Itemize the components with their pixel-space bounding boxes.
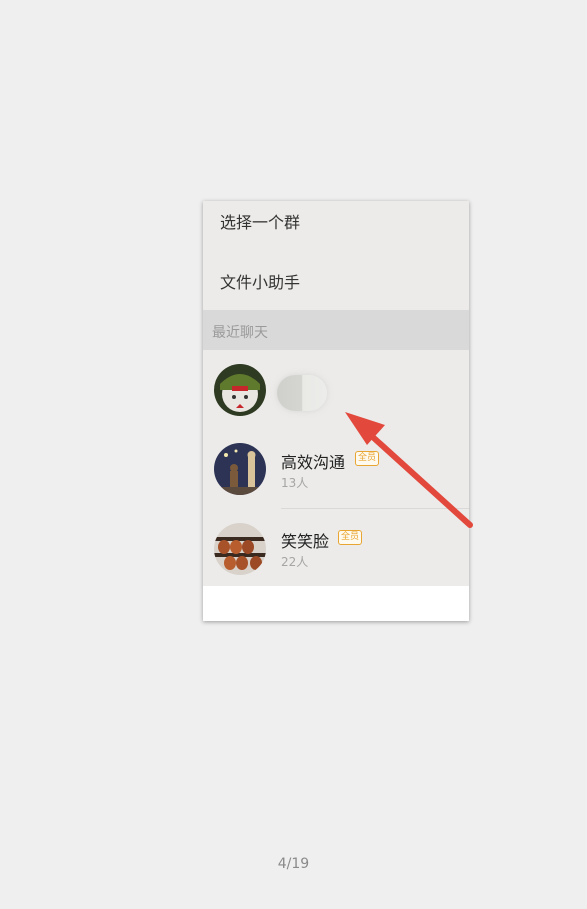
chat-name-blurred: [277, 375, 327, 411]
member-count: 13人: [281, 476, 309, 490]
share-target-panel: 选择一个群 文件小助手 最近聊天 高效沟通 全员 13人 笑笑脸 全员 22人: [203, 201, 469, 621]
page-indicator: 4/19: [277, 856, 310, 872]
select-group-option[interactable]: 选择一个群: [220, 209, 300, 233]
row-divider: [281, 508, 469, 509]
chat-name: 笑笑脸: [281, 532, 330, 551]
member-count: 22人: [281, 555, 309, 569]
avatar: [214, 364, 266, 416]
avatar: [214, 523, 266, 575]
recent-chats-header: 最近聊天: [203, 310, 469, 350]
chat-name: 高效沟通: [281, 453, 346, 472]
all-members-badge: 全员: [355, 451, 380, 466]
recent-chats-header-label: 最近聊天: [212, 325, 268, 341]
panel-bottom-area: [203, 586, 469, 621]
avatar: [214, 443, 266, 495]
all-members-badge: 全员: [338, 530, 363, 545]
file-helper-option[interactable]: 文件小助手: [220, 269, 300, 293]
